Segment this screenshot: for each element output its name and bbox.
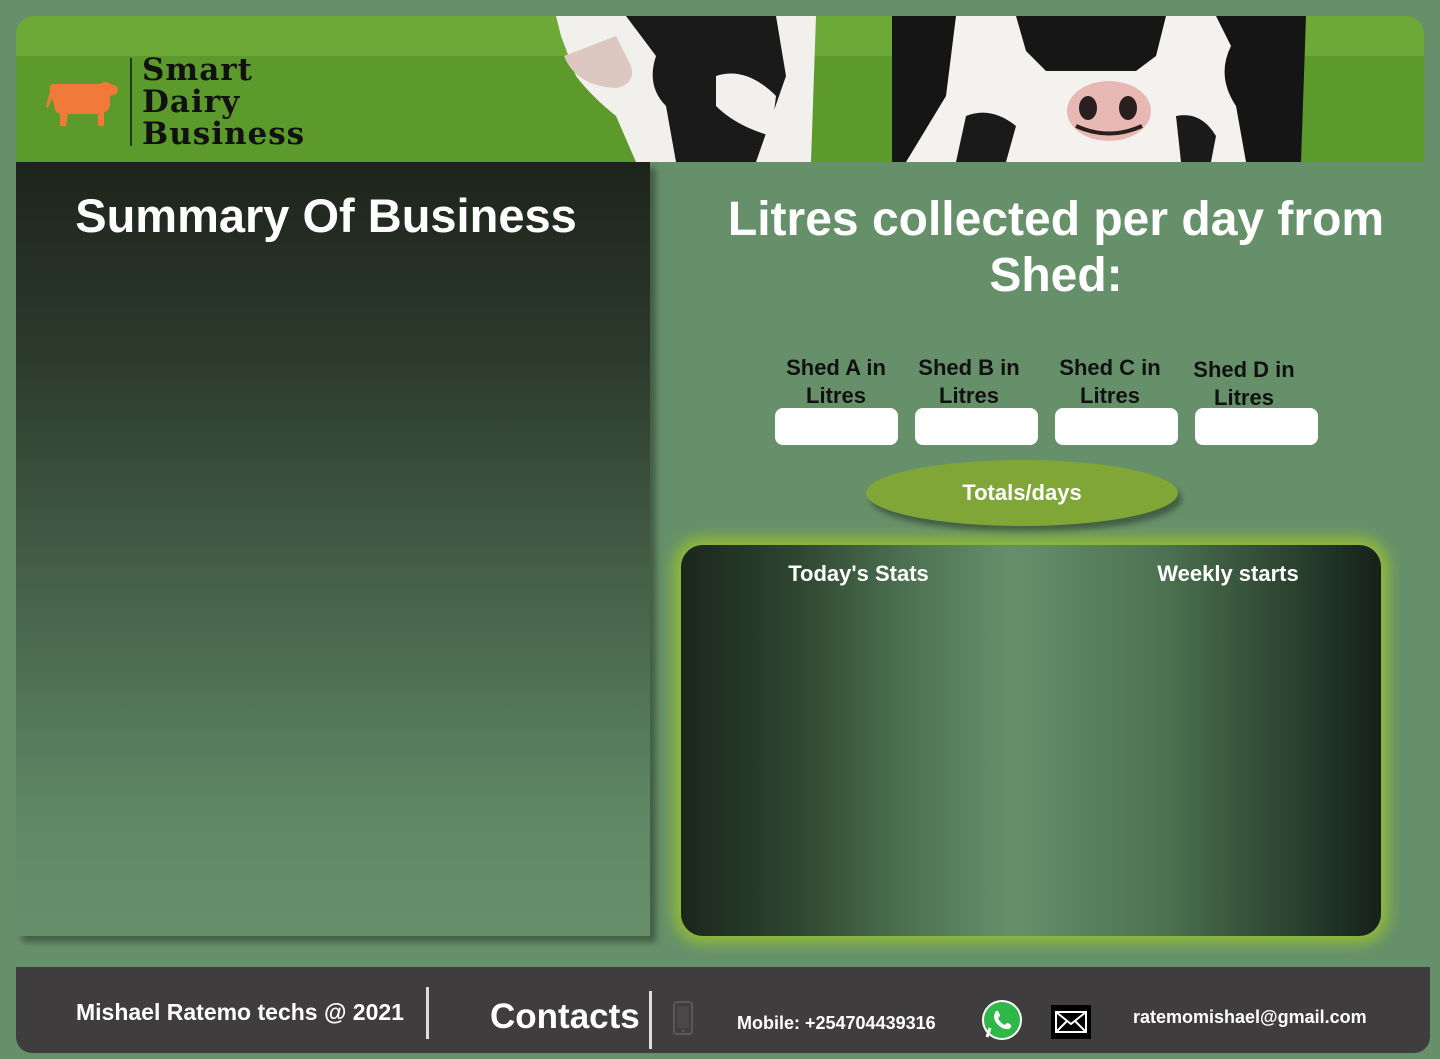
cow-icon	[46, 82, 118, 126]
shed-d-label: Shed D in Litres	[1179, 356, 1309, 412]
contacts-label: Contacts	[490, 997, 640, 1036]
shed-c-input[interactable]	[1055, 408, 1178, 445]
todays-stats-title: Today's Stats	[788, 561, 929, 586]
weekly-stats-panel: Weekly starts	[1011, 545, 1381, 936]
footer: Mishael Ratemo techs @ 2021 Contacts Mob…	[16, 967, 1430, 1053]
shed-a-input[interactable]	[775, 408, 898, 445]
shed-a-label: Shed A in Litres	[771, 354, 901, 410]
whatsapp-icon[interactable]	[981, 999, 1023, 1041]
weekly-stats-title: Weekly starts	[1157, 561, 1299, 586]
summary-panel: Summary Of Business	[16, 162, 650, 936]
shed-b-input[interactable]	[915, 408, 1038, 445]
logo-divider	[130, 58, 132, 146]
shed-d-input[interactable]	[1195, 408, 1318, 445]
mail-icon[interactable]	[1051, 1005, 1091, 1039]
litres-title: Litres collected per day from Shed:	[727, 193, 1385, 302]
logo-text: Smart Dairy Business	[142, 54, 305, 150]
shed-b-label-line2: Litres	[939, 383, 999, 408]
copyright-text: Mishael Ratemo techs @ 2021	[76, 999, 404, 1025]
shed-c-label-line1: Shed C in	[1059, 355, 1161, 380]
email-address[interactable]: ratemomishael@gmail.com	[1133, 1007, 1367, 1028]
shed-b-label-line1: Shed B in	[918, 355, 1020, 380]
mobile-number[interactable]: Mobile: +254704439316	[737, 1013, 936, 1034]
totals-days-button[interactable]: Totals/days	[866, 460, 1178, 526]
todays-stats-panel: Today's Stats	[681, 545, 1011, 936]
shed-a-label-line1: Shed A in	[786, 355, 886, 380]
stats-card: Today's Stats Weekly starts	[681, 545, 1381, 936]
logo-line-business: Business	[142, 116, 306, 152]
shed-a-label-line2: Litres	[806, 383, 866, 408]
shed-c-label: Shed C in Litres	[1045, 354, 1175, 410]
shed-d-label-line1: Shed D in	[1193, 357, 1295, 382]
shed-c-label-line2: Litres	[1080, 383, 1140, 408]
footer-divider	[426, 987, 429, 1039]
logo-line-smart: Smart	[142, 52, 253, 88]
logo-line-dairy: Dairy	[142, 84, 241, 120]
summary-title: Summary Of Business	[75, 189, 577, 242]
phone-icon	[673, 1001, 693, 1035]
shed-b-label: Shed B in Litres	[904, 354, 1034, 410]
header-banner: Smart Dairy Business	[16, 16, 1424, 162]
footer-divider	[649, 991, 652, 1049]
